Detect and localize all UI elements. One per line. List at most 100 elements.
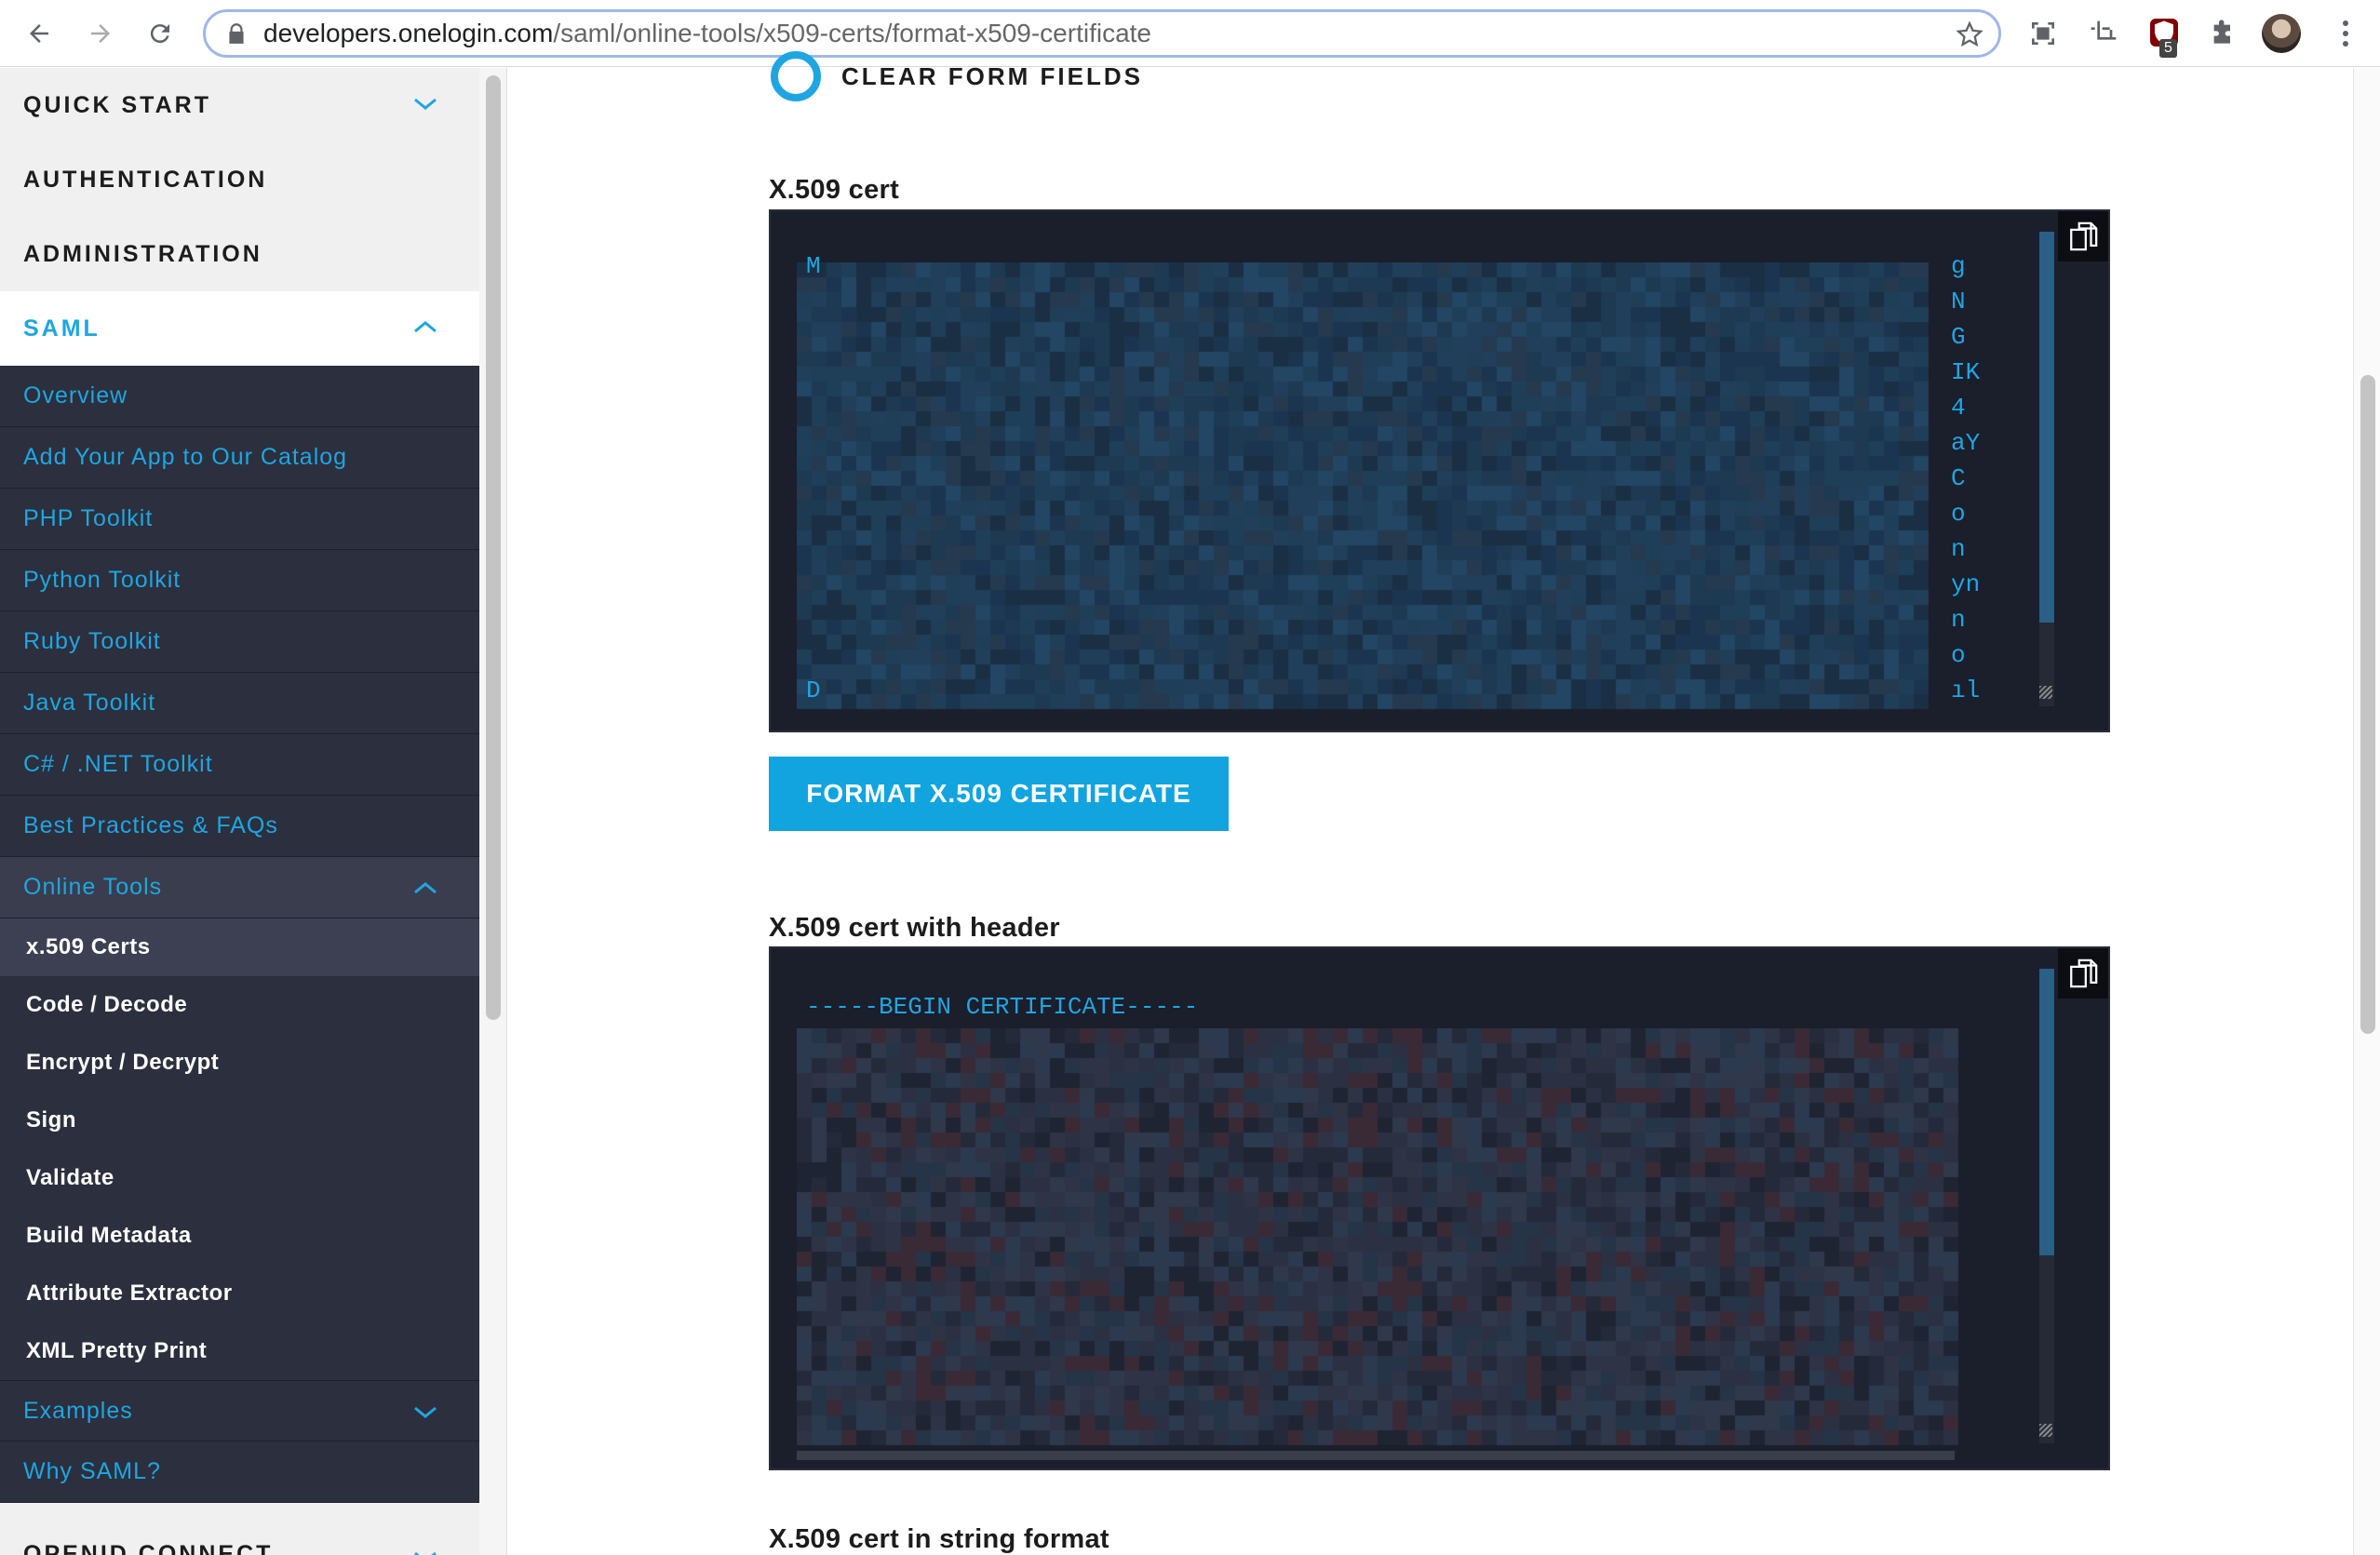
sidebar-item-best-practices[interactable]: Best Practices & FAQs [0, 796, 479, 857]
textarea-scrollbar[interactable] [2039, 969, 2054, 1443]
sidebar-item-online-tools[interactable]: Online Tools [0, 857, 479, 918]
sidebar-item-python-toolkit[interactable]: Python Toolkit [0, 550, 479, 611]
textarea-scrollbar-thumb[interactable] [2039, 969, 2054, 1255]
sidebar-item-label: Sign [26, 1107, 76, 1133]
textarea-scrollbar[interactable] [2039, 232, 2054, 706]
redaction-mosaic [797, 262, 1940, 718]
reload-button[interactable] [140, 13, 181, 54]
textarea-horizontal-scrollbar[interactable] [797, 1451, 1955, 1460]
extensions-button[interactable] [2204, 15, 2241, 52]
sidebar-item-label: Python Toolkit [23, 567, 182, 593]
sidebar-item-label: XML Pretty Print [26, 1338, 208, 1363]
sidebar-item-build-metadata[interactable]: Build Metadata [0, 1207, 479, 1265]
page-scrollbar-thumb[interactable] [2360, 375, 2375, 1034]
format-x509-certificate-button[interactable]: FORMAT X.509 CERTIFICATE [769, 757, 1229, 831]
sidebar-item-label: Examples [23, 1397, 133, 1424]
sidebar-item-attribute-extractor[interactable]: Attribute Extractor [0, 1265, 479, 1322]
cert-text-char: aY [1951, 429, 1981, 457]
cert-text-char: D [806, 677, 821, 704]
sidebar-item-x509-certs[interactable]: x.509 Certs [0, 918, 479, 976]
sidebar-item-label: Why SAML? [23, 1458, 161, 1484]
sidebar-item-label: Encrypt / Decrypt [26, 1050, 220, 1075]
sidebar-scrollbar-thumb[interactable] [486, 75, 501, 1020]
url-text: developers.onelogin.com/saml/online-tool… [263, 19, 1151, 48]
sidebar-item-label: Attribute Extractor [26, 1280, 233, 1306]
cert-text-char: G [1951, 323, 1966, 351]
sidebar-item-label: C# / .NET Toolkit [23, 751, 213, 777]
textarea-scrollbar-thumb[interactable] [2039, 232, 2054, 623]
sidebar-item-label: ADMINISTRATION [23, 240, 262, 267]
arrow-right-icon [91, 24, 110, 43]
sidebar-item-label: Validate [26, 1165, 114, 1190]
sidebar-item-label: x.509 Certs [26, 934, 151, 959]
puzzle-icon [2213, 20, 2230, 44]
sidebar-item-label: Ruby Toolkit [23, 628, 161, 654]
x509-cert-string-format-label: X.509 cert in string format [769, 1524, 1109, 1554]
sidebar-item-encrypt-decrypt[interactable]: Encrypt / Decrypt [0, 1034, 479, 1092]
cert-text-char: C [1951, 464, 1966, 492]
sidebar-item-php-toolkit[interactable]: PHP Toolkit [0, 489, 479, 550]
copy-button[interactable] [2058, 948, 2108, 999]
back-button[interactable] [19, 13, 60, 54]
sidebar-item-ruby-toolkit[interactable]: Ruby Toolkit [0, 611, 479, 673]
arrow-left-icon [30, 24, 48, 43]
crop-extension-button[interactable] [2085, 15, 2122, 52]
sidebar-item-openid-connect[interactable]: OPENID CONNECT [0, 1503, 479, 1555]
copy-icon [2070, 221, 2098, 251]
crop-icon [2091, 20, 2117, 40]
sidebar-item-xml-pretty-print[interactable]: XML Pretty Print [0, 1322, 479, 1380]
cert-text-left-column: MD [806, 248, 821, 708]
cert-text-char: o [1951, 500, 1966, 528]
sidebar-item-label: OPENID CONNECT [23, 1541, 274, 1555]
sidebar-scrollbar[interactable] [479, 68, 507, 1555]
sidebar-item-examples[interactable]: Examples [0, 1380, 479, 1441]
sidebar-item-code-decode[interactable]: Code / Decode [0, 976, 479, 1034]
sidebar-item-java-toolkit[interactable]: Java Toolkit [0, 673, 479, 734]
cert-text-char: n [1951, 535, 1966, 563]
forward-button[interactable] [80, 13, 121, 54]
x509-cert-textarea[interactable]: MD g N G IK 4 aY Co n yn n o ıl [769, 209, 2110, 732]
sidebar-item-authentication[interactable]: AUTHENTICATION [0, 142, 479, 217]
resize-handle[interactable] [2039, 1424, 2052, 1437]
sidebar-item-overview[interactable]: Overview [0, 366, 479, 427]
reload-icon [150, 24, 169, 44]
sidebar-item-why-saml[interactable]: Why SAML? [0, 1441, 479, 1503]
copy-button[interactable] [2058, 211, 2108, 261]
cert-text-char: IK [1951, 358, 1981, 386]
sidebar-item-dotnet-toolkit[interactable]: C# / .NET Toolkit [0, 734, 479, 796]
saml-submenu: Overview Add Your App to Our Catalog PHP… [0, 366, 479, 1503]
cert-text-char: 4 [1951, 394, 1966, 422]
sidebar-item-sign[interactable]: Sign [0, 1092, 479, 1149]
profile-avatar[interactable] [2262, 14, 2301, 53]
sidebar-item-add-your-app[interactable]: Add Your App to Our Catalog [0, 427, 479, 489]
sidebar-item-label: SAML [23, 315, 101, 342]
sidebar-item-label: Overview [23, 382, 128, 409]
x509-cert-label: X.509 cert [769, 175, 900, 205]
sidebar-item-administration[interactable]: ADMINISTRATION [0, 217, 479, 291]
redacted-certificate-content [797, 262, 1940, 718]
cert-text-char: g [1951, 252, 1966, 280]
redaction-mosaic [797, 1028, 1966, 1451]
clear-icon [771, 51, 821, 101]
chevron-down-icon [414, 98, 437, 110]
browser-toolbar: developers.onelogin.com/saml/online-tool… [0, 0, 2380, 67]
resize-handle[interactable] [2039, 686, 2052, 699]
sidebar-item-label: PHP Toolkit [23, 505, 154, 531]
sidebar-item-label: AUTHENTICATION [23, 166, 268, 193]
bookmark-star-icon[interactable] [1956, 20, 1983, 48]
clear-form-fields-button[interactable]: CLEAR FORM FIELDS [771, 51, 1143, 101]
browser-menu-button[interactable] [2327, 15, 2364, 52]
x509-cert-with-header-textarea[interactable]: -----BEGIN CERTIFICATE----- [769, 946, 2110, 1470]
chevron-down-icon [414, 1551, 437, 1555]
cert-text-char: o [1951, 641, 1966, 669]
sidebar-item-saml[interactable]: SAML [0, 291, 479, 366]
screen-capture-button[interactable] [2024, 15, 2062, 52]
sidebar-item-validate[interactable]: Validate [0, 1149, 479, 1207]
x509-cert-with-header-label: X.509 cert with header [769, 913, 1060, 943]
redacted-certificate-content [797, 1028, 1966, 1451]
online-tools-submenu: x.509 Certs Code / Decode Encrypt / Decr… [0, 918, 479, 1380]
cert-text-char: ıl [1951, 677, 1981, 704]
sidebar-item-label: Online Tools [23, 874, 163, 900]
sidebar-item-quick-start[interactable]: QUICK START [0, 68, 479, 142]
page-scrollbar[interactable] [2353, 68, 2380, 1555]
